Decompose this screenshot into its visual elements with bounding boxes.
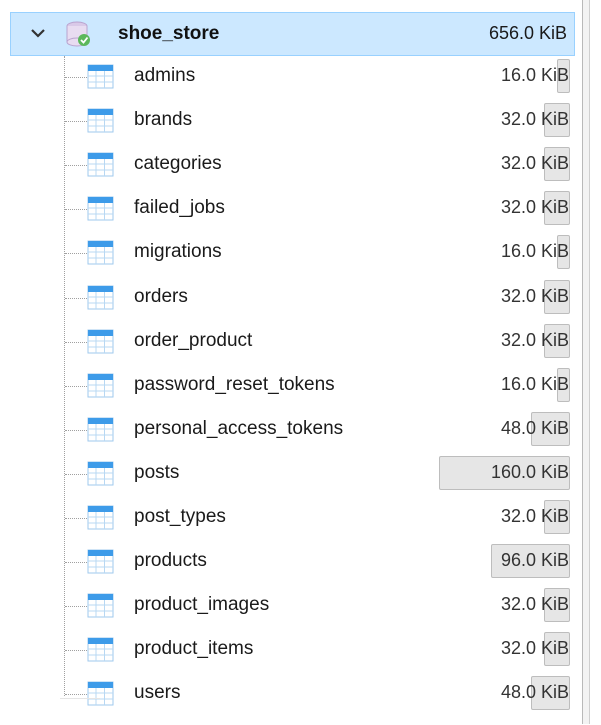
database-name: shoe_store — [118, 23, 220, 44]
table-row-order-product[interactable]: order_product 32.0 KiB — [0, 321, 580, 365]
tree-connector — [65, 121, 87, 123]
table-row-product-items[interactable]: product_items 32.0 KiB — [0, 629, 580, 673]
table-size: 32.0 KiB — [500, 109, 569, 130]
table-icon — [87, 505, 114, 530]
table-name: orders — [134, 285, 188, 307]
table-name: personal_access_tokens — [134, 417, 344, 439]
tree-connector — [65, 650, 87, 652]
database-node-shoe-store[interactable]: shoe_store 656.0 KiB — [10, 12, 575, 56]
tree-connector — [65, 77, 87, 78]
tree-connector — [65, 518, 87, 519]
table-row-products[interactable]: products 96.0 KiB — [0, 541, 580, 585]
table-icon — [87, 108, 114, 133]
splitter-line-left[interactable] — [582, 0, 583, 724]
tree-connector — [65, 385, 87, 387]
table-icon — [87, 196, 114, 221]
tree-connector — [65, 473, 87, 475]
splitter-line-right[interactable] — [589, 0, 590, 724]
table-name: order_product — [134, 329, 253, 351]
table-row-brands[interactable]: brands 32.0 KiB — [0, 100, 580, 144]
table-icon — [87, 549, 114, 574]
table-size: 32.0 KiB — [500, 638, 569, 659]
table-size: 48.0 KiB — [500, 417, 569, 438]
table-name: failed_jobs — [134, 197, 225, 219]
tree-connector — [65, 341, 87, 343]
table-name: posts — [134, 461, 180, 483]
tree-connector — [65, 297, 87, 299]
table-size: 16.0 KiB — [500, 373, 569, 394]
table-icon — [87, 64, 114, 89]
table-size: 48.0 KiB — [500, 682, 569, 703]
table-size: 16.0 KiB — [500, 241, 569, 262]
table-icon — [87, 285, 114, 309]
table-size: 32.0 KiB — [500, 329, 569, 350]
tree-connector — [65, 429, 87, 431]
tree-bottom-edge — [60, 698, 100, 725]
table-name: brands — [134, 109, 193, 131]
database-size: 656.0 KiB — [488, 23, 567, 43]
table-icon — [87, 373, 114, 398]
table-name: post_types — [134, 506, 226, 527]
table-icon — [87, 593, 114, 618]
table-icon — [87, 417, 114, 442]
table-size: 16.0 KiB — [500, 65, 569, 85]
table-size: 32.0 KiB — [500, 153, 569, 174]
table-size: 96.0 KiB — [500, 550, 569, 571]
table-size: 32.0 KiB — [500, 197, 569, 218]
tree-connector — [65, 606, 87, 608]
table-name: product_items — [134, 638, 254, 660]
tree-connector — [65, 562, 87, 564]
table-row-posts[interactable]: posts 160.0 KiB — [0, 453, 580, 497]
table-icon — [87, 240, 114, 265]
table-icon — [87, 329, 114, 354]
table-name: migrations — [134, 241, 222, 263]
database-icon — [66, 21, 90, 47]
table-row-password-reset-tokens[interactable]: password_reset_tokens 16.0 KiB — [0, 365, 580, 409]
tree-connector — [65, 209, 87, 211]
table-row-migrations[interactable]: migrations 16.0 KiB — [0, 232, 580, 276]
table-name: admins — [134, 65, 196, 86]
table-row-orders[interactable]: orders 32.0 KiB — [0, 277, 580, 321]
table-row-failed-jobs[interactable]: failed_jobs 32.0 KiB — [0, 188, 580, 232]
table-icon — [87, 461, 114, 486]
table-row-product-images[interactable]: product_images 32.0 KiB — [0, 585, 580, 629]
table-size: 32.0 KiB — [500, 506, 569, 526]
table-row-admins[interactable]: admins 16.0 KiB — [0, 56, 580, 100]
table-name: categories — [134, 153, 222, 175]
tree-connector — [65, 253, 87, 255]
table-size: 32.0 KiB — [500, 285, 569, 306]
table-icon — [87, 152, 114, 177]
chevron-down-icon[interactable] — [28, 23, 48, 43]
table-row-personal-access-tokens[interactable]: personal_access_tokens 48.0 KiB — [0, 409, 580, 453]
table-name: products — [134, 550, 207, 572]
table-row-categories[interactable]: categories 32.0 KiB — [0, 144, 580, 188]
table-name: password_reset_tokens — [134, 373, 335, 395]
table-row-post-types[interactable]: post_types 32.0 KiB — [0, 497, 580, 541]
table-size: 32.0 KiB — [500, 594, 569, 615]
tree-connector — [65, 165, 87, 167]
tree-connector — [65, 694, 87, 696]
table-size: 160.0 KiB — [490, 461, 569, 482]
table-name: product_images — [134, 594, 270, 616]
table-name: users — [134, 682, 181, 704]
table-icon — [87, 637, 114, 662]
